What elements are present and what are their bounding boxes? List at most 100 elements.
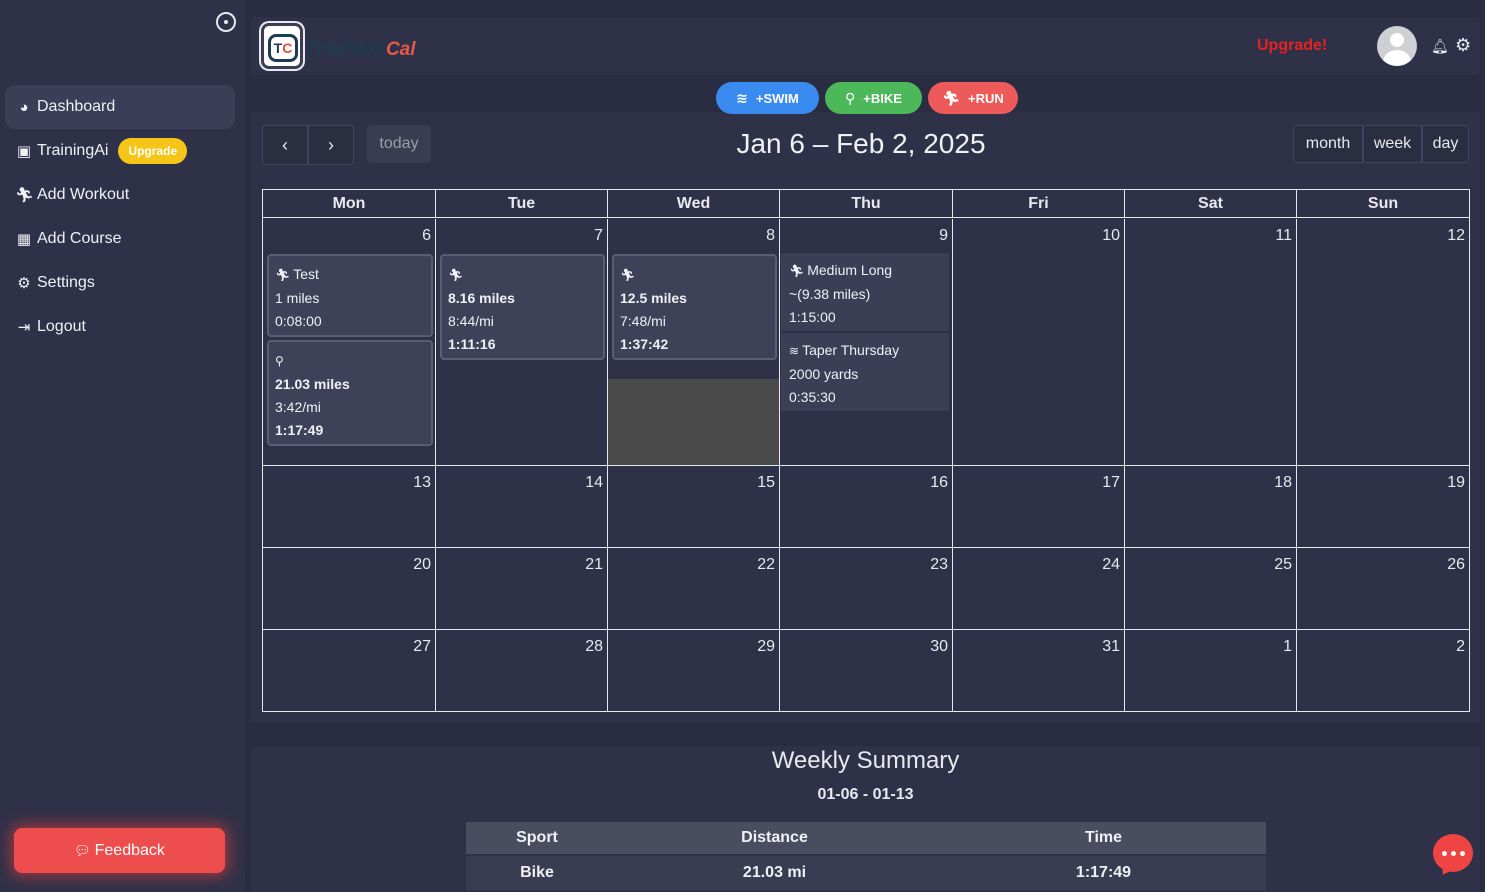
day-number: 29 — [757, 638, 775, 655]
day-number: 17 — [1102, 474, 1120, 491]
logo-mark-t: T — [273, 40, 283, 56]
day-cell[interactable]: 13 — [263, 466, 436, 547]
collapse-sidebar-icon[interactable] — [216, 12, 236, 32]
event-time: 1:37:42 — [620, 336, 669, 352]
day-cell[interactable]: 17 — [953, 466, 1125, 547]
cell-time: 1:17:49 — [1075, 864, 1132, 881]
event-run[interactable]: 🏃︎ 8.16 miles 8:44/mi 1:11:16 — [440, 254, 605, 360]
upgrade-link[interactable]: Upgrade! — [1257, 37, 1327, 55]
day-cell[interactable]: 31 — [953, 630, 1125, 711]
view-month-button[interactable]: month — [1293, 125, 1363, 163]
day-number: 1 — [1283, 638, 1292, 655]
event-distance: ~(9.38 miles) — [789, 286, 871, 302]
day-cell[interactable]: 30 — [780, 630, 953, 711]
weekday-header: Mon Tue Wed Thu Fri Sat Sun — [263, 190, 1469, 218]
view-day-button[interactable]: day — [1422, 125, 1469, 163]
day-cell[interactable]: 26 — [1297, 548, 1469, 629]
day-number: 18 — [1274, 474, 1292, 491]
sidebar-item-label: Logout — [37, 318, 86, 335]
sidebar-item-add-workout[interactable]: 🏃︎ Add Workout — [5, 173, 235, 217]
event-distance: 21.03 miles — [275, 376, 350, 392]
day-number: 23 — [930, 556, 948, 573]
sidebar-item-settings[interactable]: ⚙ Settings — [5, 261, 235, 305]
weekday-sun: Sun — [1367, 195, 1399, 212]
sidebar-item-dashboard[interactable]: ◕ Dashboard — [5, 85, 235, 129]
event-run-test[interactable]: 🏃︎ Test 1 miles 0:08:00 — [267, 254, 433, 337]
day-number: 31 — [1102, 638, 1120, 655]
view-week-button[interactable]: week — [1363, 125, 1422, 163]
robot-icon: ▣ — [16, 143, 32, 160]
sidebar-item-label: Add Course — [37, 230, 122, 247]
add-run-label: +RUN — [968, 90, 1004, 106]
column-header-distance: Distance — [741, 829, 808, 846]
day-number: 28 — [585, 638, 603, 655]
gear-icon[interactable]: ⚙ — [1455, 35, 1471, 56]
logo-icon[interactable]: TC — [261, 23, 303, 69]
bell-icon[interactable]: 🔔︎ — [1431, 38, 1449, 54]
day-cell[interactable]: 16 — [780, 466, 953, 547]
add-swim-button[interactable]: ≋ +SWIM — [716, 82, 819, 114]
day-cell[interactable]: 29 — [608, 630, 780, 711]
event-distance: 1 miles — [275, 290, 320, 306]
day-cell[interactable]: 12 — [1297, 219, 1469, 465]
upgrade-badge[interactable]: Upgrade — [118, 138, 188, 164]
day-cell[interactable]: 14 — [436, 466, 608, 547]
day-cell[interactable]: 25 — [1125, 548, 1297, 629]
feedback-label: Feedback — [94, 841, 165, 859]
day-cell[interactable]: 28 — [436, 630, 608, 711]
day-cell[interactable]: 24 — [953, 548, 1125, 629]
sidebar-item-label: Add Workout — [37, 186, 130, 203]
prev-button[interactable]: ‹ — [262, 125, 308, 165]
event-title: Taper Thursday — [802, 342, 900, 358]
day-cell[interactable]: 11 — [1125, 219, 1297, 465]
day-number: 8 — [766, 227, 775, 244]
today-highlight — [608, 379, 779, 465]
weekday-fri: Fri — [953, 190, 1125, 218]
gear-icon: ⚙ — [17, 275, 31, 292]
runner-icon: 🏃︎ — [275, 268, 291, 282]
logout-icon: ⇥ — [17, 319, 31, 336]
feedback-button[interactable]: 💬︎ Feedback — [14, 828, 225, 873]
event-run[interactable]: 🏃︎ 12.5 miles 7:48/mi 1:37:42 — [612, 254, 777, 360]
sidebar-item-trainingai[interactable]: ▣ TrainingAi Upgrade — [5, 129, 235, 173]
sidebar-item-label: Settings — [37, 274, 95, 291]
day-number: 13 — [413, 474, 431, 491]
logo-mark-c: C — [282, 40, 293, 56]
day-cell[interactable]: 19 — [1297, 466, 1469, 547]
today-button[interactable]: today — [367, 125, 431, 163]
day-cell[interactable]: 23 — [780, 548, 953, 629]
day-cell[interactable]: 20 — [263, 548, 436, 629]
day-cell[interactable]: 27 — [263, 630, 436, 711]
week-row: 20 21 22 23 24 25 26 — [263, 548, 1469, 630]
day-cell[interactable]: 18 — [1125, 466, 1297, 547]
day-number: 25 — [1274, 556, 1292, 573]
event-swim-taper-thursday[interactable]: ≋ Taper Thursday 2000 yards 0:35:30 — [781, 333, 949, 411]
day-number: 27 — [413, 638, 431, 655]
logo-text[interactable]: TriathlonCal — [305, 39, 416, 61]
add-swim-label: +SWIM — [755, 90, 799, 106]
add-bike-button[interactable]: ⚲ +BIKE — [825, 82, 922, 114]
day-cell[interactable]: 22 — [608, 548, 780, 629]
day-number: 9 — [939, 227, 948, 244]
day-cell[interactable]: 1 — [1125, 630, 1297, 711]
event-bike[interactable]: ⚲ 21.03 miles 3:42/mi 1:17:49 — [267, 340, 433, 446]
runner-icon: 🏃︎ — [448, 268, 464, 282]
avatar[interactable] — [1377, 26, 1417, 66]
chat-bubble-icon[interactable] — [1433, 834, 1473, 872]
sidebar-item-add-course[interactable]: ▦ Add Course — [5, 217, 235, 261]
logo-text-b: Cal — [385, 39, 416, 60]
event-run-medium-long[interactable]: 🏃︎ Medium Long ~(9.38 miles) 1:15:00 — [781, 253, 949, 331]
day-cell[interactable]: 21 — [436, 548, 608, 629]
event-time: 1:15:00 — [789, 309, 836, 325]
day-cell[interactable]: 15 — [608, 466, 780, 547]
day-number: 10 — [1102, 227, 1120, 244]
day-number: 12 — [1447, 227, 1465, 244]
runner-icon: 🏃︎ — [15, 187, 35, 204]
day-cell[interactable]: 2 — [1297, 630, 1469, 711]
event-title: Medium Long — [807, 262, 893, 278]
day-cell[interactable]: 10 — [953, 219, 1125, 465]
next-button[interactable]: › — [308, 125, 354, 165]
sidebar-item-logout[interactable]: ⇥ Logout — [5, 305, 235, 349]
calendar-range-title: Jan 6 – Feb 2, 2025 — [736, 128, 986, 159]
add-run-button[interactable]: 🏃︎ +RUN — [928, 82, 1018, 114]
